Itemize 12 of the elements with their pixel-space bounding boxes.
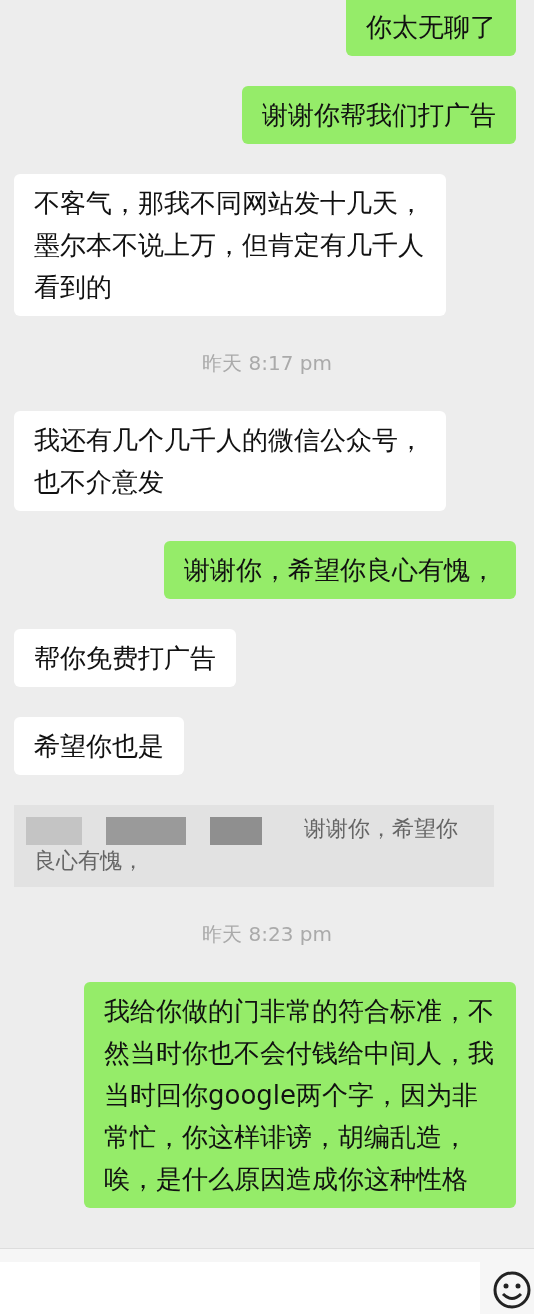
timestamp: 昨天 8:23 pm xyxy=(202,921,332,948)
emoji-icon[interactable] xyxy=(492,1270,532,1310)
message-bubble: 谢谢你，希望你良心有愧， xyxy=(164,541,516,599)
message-bubble: 希望你也是 xyxy=(14,717,184,775)
message-bubble: 不客气，那我不同网站发十几天，墨尔本不说上万，但肯定有几千人看到的 xyxy=(14,174,446,316)
message-bubble: 帮你免费打广告 xyxy=(14,629,236,687)
quote-text: 谢谢你，希望你良心有愧， xyxy=(34,815,459,875)
timestamp: 昨天 8:17 pm xyxy=(202,350,332,377)
message-bubble: 我给你做的门非常的符合标准，不然当时你也不会付钱给中间人，我当时回你google两个字，因为非常忙，你这样诽谤，胡编乱造，唉，是什么原因造成你这种性格 xyxy=(84,982,516,1208)
message-bubble: 我还有几个几千人的微信公众号，也不介意发 xyxy=(14,411,446,511)
message-bubble: 谢谢你帮我们打广告 xyxy=(242,86,516,144)
message-bubble: 你太无聊了 xyxy=(346,0,516,56)
